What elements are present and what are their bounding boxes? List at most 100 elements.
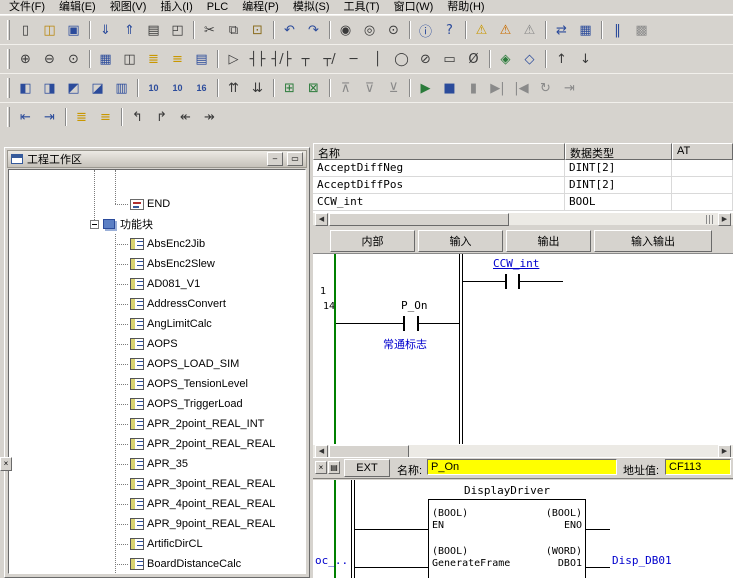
ladder-editor[interactable]: 1 14 CCW_int P_On 常通标志 (313, 253, 733, 444)
tree-item-function-block[interactable]: AddressConvert (9, 294, 305, 314)
upload-from-plc-icon[interactable]: ⇑ (118, 19, 141, 41)
redo-icon[interactable]: ↷ (302, 19, 325, 41)
work-online-simulator-icon[interactable]: ⊞ (278, 77, 301, 99)
contact-ccw-int[interactable]: CCW_int (463, 257, 573, 293)
column-header-data-type[interactable]: 数据类型 (565, 143, 672, 160)
toolbar-grip[interactable] (7, 107, 10, 127)
compile-all-icon[interactable]: ⚠ (494, 19, 517, 41)
tree-item-function-block[interactable]: AOPS (9, 334, 305, 354)
tab-inputs-outputs[interactable]: 输入输出 (594, 230, 712, 252)
tab-outputs[interactable]: 输出 (506, 230, 591, 252)
new-instruction-icon[interactable]: ▭ (438, 48, 461, 70)
new-coil-icon[interactable]: ◯ (390, 48, 413, 70)
menu-program[interactable]: 编程(P) (235, 0, 286, 15)
find-previous-jump-icon[interactable]: ↞ (174, 106, 197, 128)
tree-item-function-blocks[interactable]: 功能块 (9, 214, 305, 234)
address-value-field[interactable] (665, 459, 731, 475)
hex-monitor-icon[interactable]: 16 (190, 77, 213, 99)
cut-icon[interactable]: ✂ (198, 19, 221, 41)
fb-pin-dbo1[interactable]: DBO1 (558, 558, 582, 569)
work-online-icon[interactable]: ⇄ (550, 19, 573, 41)
menu-edit[interactable]: 编辑(E) (52, 0, 103, 15)
minimize-button[interactable]: – (267, 152, 283, 166)
column-header-at[interactable]: AT (672, 143, 733, 160)
pane-splitter-grip[interactable] (706, 215, 715, 224)
symbol-table-icon[interactable]: ≡ (94, 106, 117, 128)
new-closed-or-contact-icon[interactable]: ┬/ (318, 48, 341, 70)
toolbar-grip[interactable] (7, 20, 10, 40)
find-icon[interactable]: ◉ (334, 19, 357, 41)
replace-icon[interactable]: ⊙ (382, 19, 405, 41)
tree-item-end[interactable]: END (9, 194, 305, 214)
find-next-icon[interactable]: ◎ (358, 19, 381, 41)
function-block-body-window[interactable]: DisplayDriver (BOOL) EN (BOOL) GenerateF… (313, 478, 733, 578)
variable-table-scrollbar[interactable]: ◀ ▶ (313, 212, 733, 225)
tree-item-function-block[interactable]: APR_35 (9, 454, 305, 474)
print-icon[interactable]: ▤ (142, 19, 165, 41)
toggle-output-window-icon[interactable]: ◨ (38, 77, 61, 99)
fb-pin-generate-frame[interactable]: GenerateFrame (432, 558, 510, 569)
program-check-icon[interactable]: ⚠ (518, 19, 541, 41)
toggle-watch-window-icon[interactable]: ◩ (62, 77, 85, 99)
go-to-rung-up-icon[interactable]: ⇈ (222, 77, 245, 99)
show-grid-icon[interactable]: ▦ (94, 48, 117, 70)
copy-icon[interactable]: ⧉ (222, 19, 245, 41)
tree-item-function-block[interactable]: AngLimitCalc (9, 314, 305, 334)
menu-plc[interactable]: PLC (200, 0, 235, 15)
variable-row[interactable]: CCW_int BOOL (313, 194, 733, 211)
print-preview-icon[interactable]: ◰ (166, 19, 189, 41)
find-next-input-icon[interactable]: ↱ (150, 106, 173, 128)
workspace-titlebar[interactable]: 工程工作区 – ▭ (7, 150, 307, 168)
fb-pin-en[interactable]: EN (432, 520, 444, 531)
tree-item-function-block[interactable]: APR_2point_REAL_REAL (9, 434, 305, 454)
select-tool-icon[interactable]: ▷ (222, 48, 245, 70)
new-fb-call-icon[interactable]: ◈ (494, 48, 517, 70)
menu-simulation[interactable]: 模拟(S) (286, 0, 337, 15)
variable-row[interactable]: AcceptDiffPos DINT[2] (313, 177, 733, 194)
save-icon[interactable]: ▣ (62, 19, 85, 41)
simulator-mode-icon[interactable]: ⊠ (302, 77, 325, 99)
new-horizontal-line-icon[interactable]: ─ (342, 48, 365, 70)
force-on-icon[interactable]: ⊼ (334, 77, 357, 99)
tree-item-function-block[interactable]: AbsEnc2Jib (9, 234, 305, 254)
tree-item-function-block[interactable]: APR_4point_REAL_REAL (9, 494, 305, 514)
signed-decimal-monitor-icon[interactable]: 10 (166, 77, 189, 99)
compile-icon[interactable]: ⚠ (470, 19, 493, 41)
new-vertical-line-icon[interactable]: │ (366, 48, 389, 70)
new-file-icon[interactable]: ▯ (14, 19, 37, 41)
io-comment-icon[interactable]: ≡ (166, 48, 189, 70)
menu-window[interactable]: 窗口(W) (387, 0, 441, 15)
rung-comment-icon[interactable]: ≣ (142, 48, 165, 70)
scan-run-icon[interactable]: ↻ (534, 77, 557, 99)
indent-right-icon[interactable]: ⇥ (38, 106, 61, 128)
indent-left-icon[interactable]: ⇤ (14, 106, 37, 128)
zoom-reset-icon[interactable]: ⊙ (62, 48, 85, 70)
contact-p-on[interactable]: P_On 常通标志 (373, 299, 463, 354)
variable-row[interactable]: AcceptDiffNeg DINT[2] (313, 160, 733, 177)
info-icon[interactable]: ⓘ (414, 19, 437, 41)
menu-tools[interactable]: 工具(T) (337, 0, 387, 15)
invert-icon[interactable]: Ø (462, 48, 485, 70)
new-contact-icon[interactable]: ┤├ (246, 48, 269, 70)
toggle-cross-reference-icon[interactable]: ◪ (86, 77, 109, 99)
step-back-icon[interactable]: |◀ (510, 77, 533, 99)
go-to-rung-down-icon[interactable]: ⇊ (246, 77, 269, 99)
tab-inputs[interactable]: 输入 (418, 230, 503, 252)
menu-view[interactable]: 视图(V) (103, 0, 154, 15)
pause-icon[interactable]: ▮ (462, 77, 485, 99)
tree-item-function-block[interactable]: AOPS_TensionLevel (9, 374, 305, 394)
context-help-icon[interactable]: ? (438, 19, 461, 41)
scrollbar-thumb[interactable] (329, 213, 509, 226)
pin-property-bar-button[interactable]: ▤ (328, 461, 340, 474)
run-icon[interactable]: ▶ (414, 77, 437, 99)
new-closed-contact-icon[interactable]: ┤/├ (270, 48, 293, 70)
fb-pin-eno[interactable]: ENO (564, 520, 582, 531)
paste-icon[interactable]: ⊡ (246, 19, 269, 41)
find-previous-output-icon[interactable]: ↰ (126, 106, 149, 128)
step-run-icon[interactable]: ▶| (486, 77, 509, 99)
open-file-icon[interactable]: ◫ (38, 19, 61, 41)
tree-item-function-block[interactable]: AD081_V1 (9, 274, 305, 294)
scroll-right-icon[interactable]: ▶ (718, 213, 731, 226)
fb-output-variable[interactable]: Disp_DB01 (612, 554, 672, 567)
new-fb-parameter-icon[interactable]: ◇ (518, 48, 541, 70)
